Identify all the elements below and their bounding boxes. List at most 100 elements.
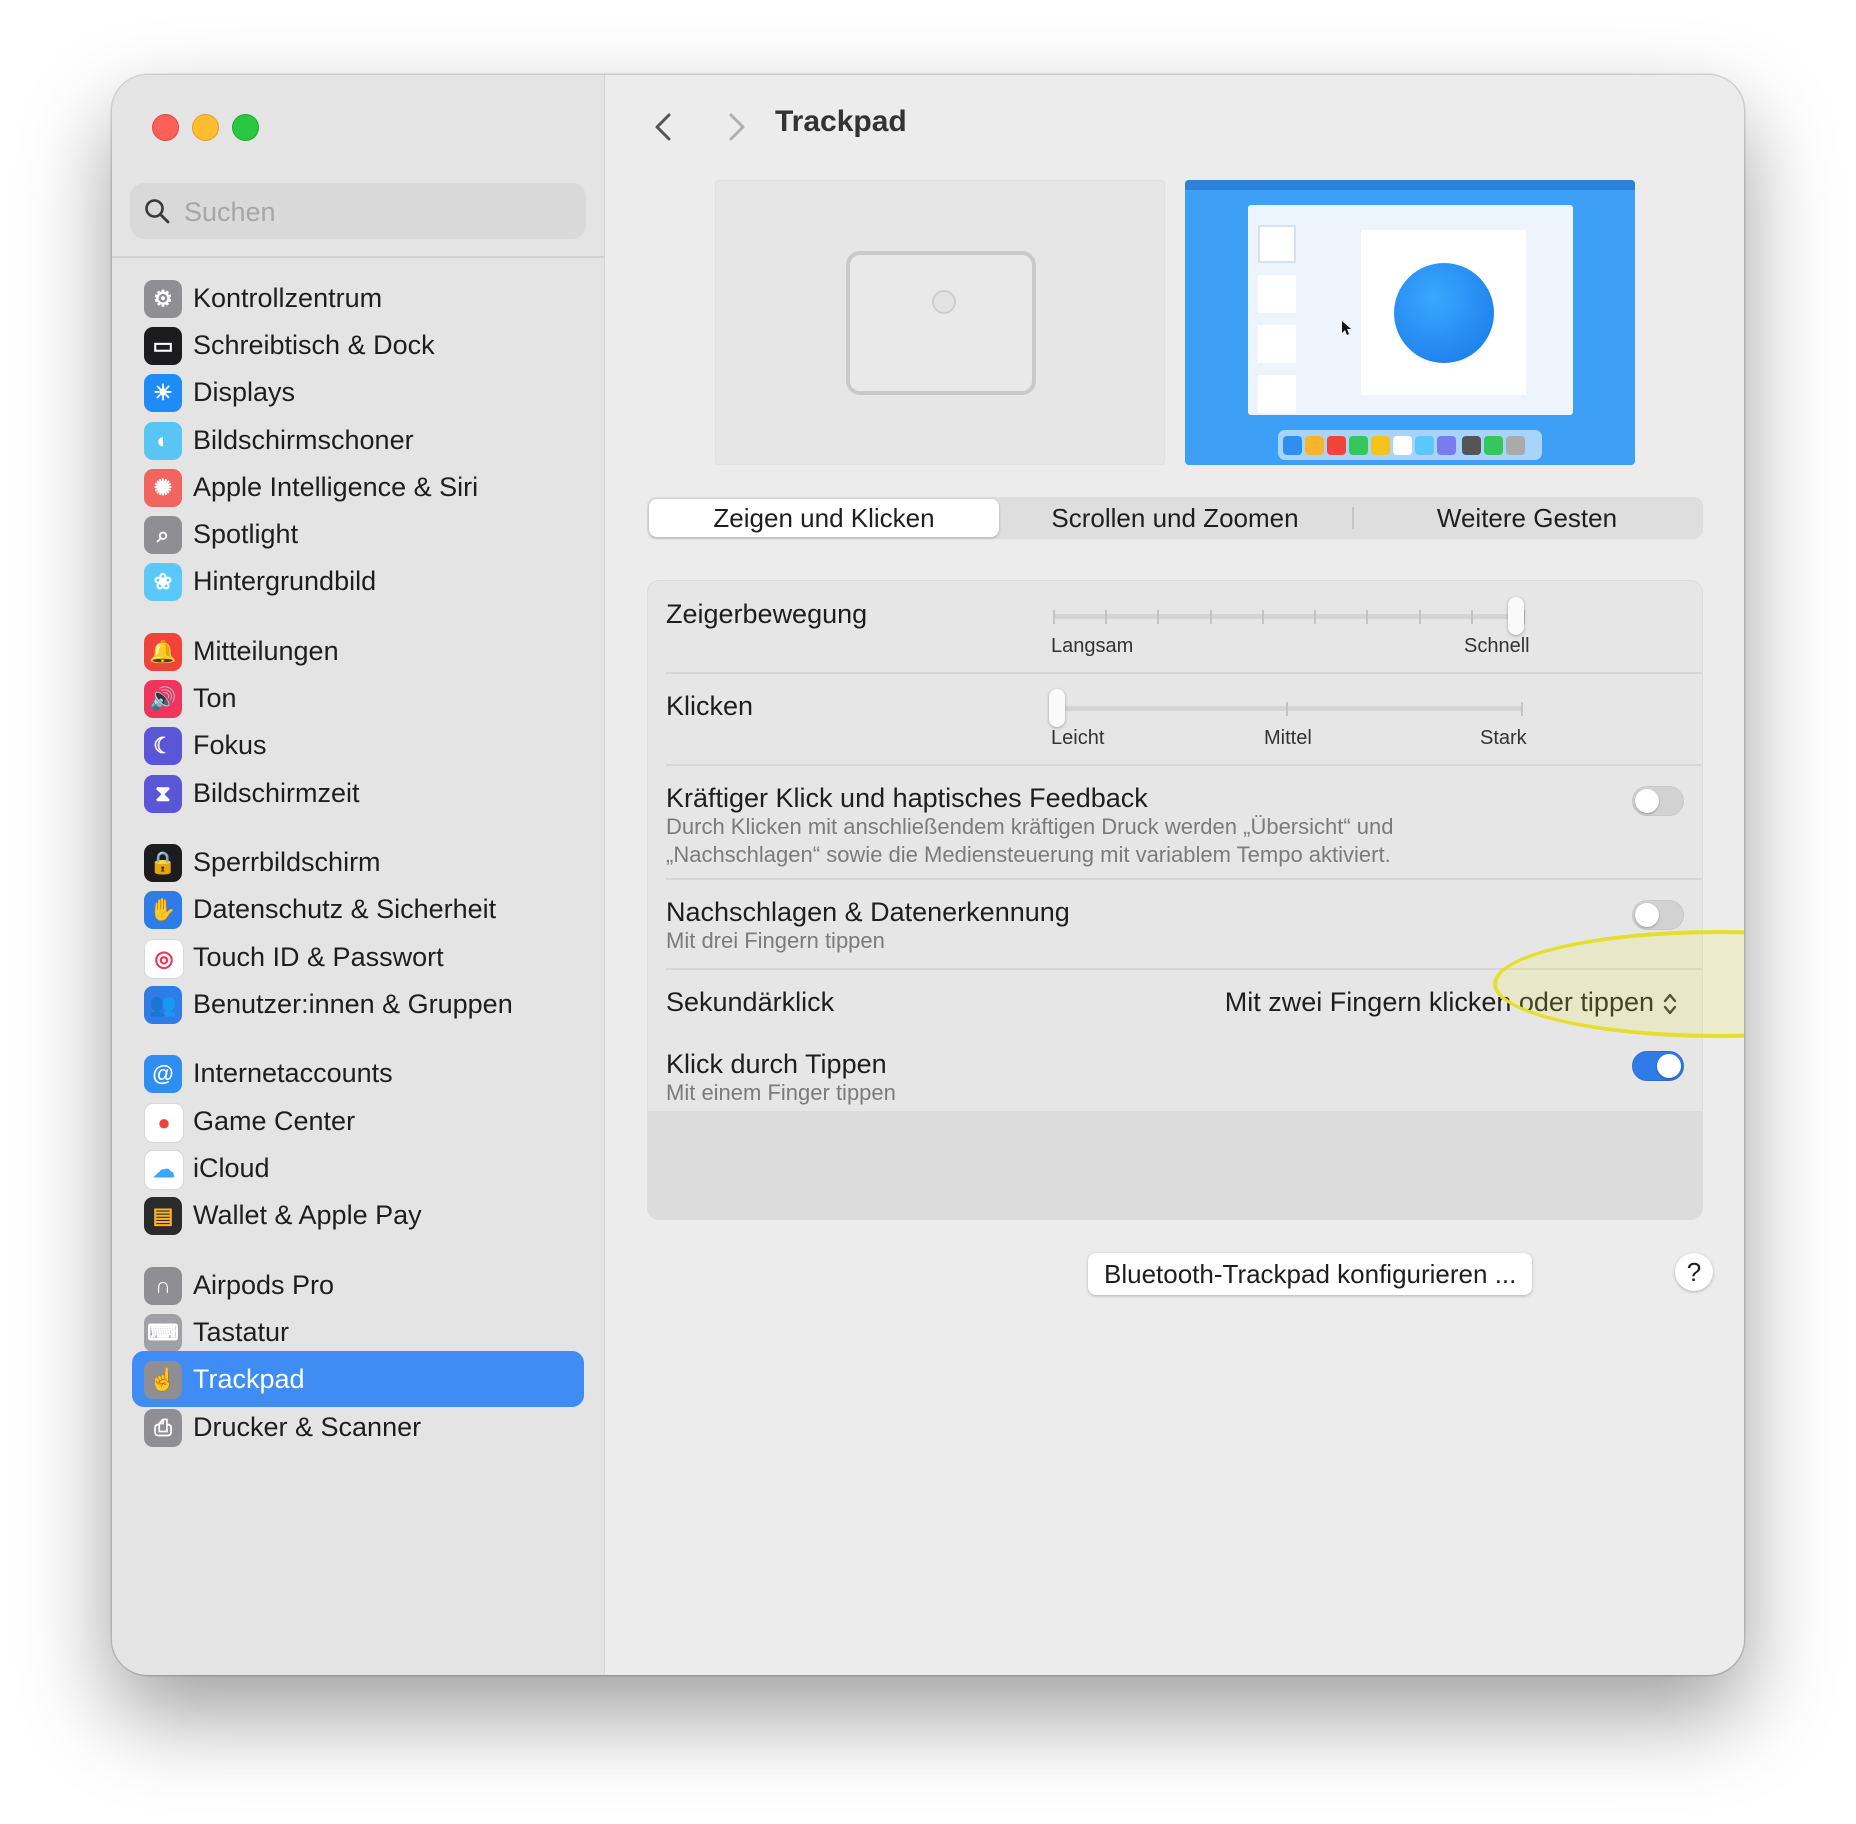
row-divider: [666, 672, 1702, 674]
force-click-title: Kräftiger Klick und haptisches Feedback: [666, 783, 1148, 813]
printer-icon: ⎙: [144, 1409, 182, 1447]
click-force-title: Klicken: [666, 691, 754, 721]
secondary-click-value: Mit zwei Fingern klicken oder tippen: [1224, 987, 1654, 1017]
screen-preview: [1185, 180, 1635, 465]
zoom-window-button[interactable]: [232, 114, 259, 141]
lookup-subtitle: Mit drei Fingern tippen: [666, 928, 885, 953]
slider-knob[interactable]: [1508, 597, 1524, 635]
secondary-click-popup[interactable]: Mit zwei Fingern klicken oder tippen: [1225, 987, 1678, 1018]
dock-graphic: [1278, 430, 1542, 460]
force-click-description: Durch Klicken mit anschließendem kräftig…: [666, 814, 1394, 839]
slider-max-label: Schnell: [1464, 635, 1530, 657]
pointer-speed-title: Zeigerbewegung: [666, 599, 868, 629]
settings-window: ⚙Kontrollzentrum▭Schreibtisch & Dock☀Dis…: [112, 75, 1744, 1675]
row-divider: [666, 968, 1702, 970]
slider-tick: [1053, 610, 1055, 624]
keyboard-icon: ⌨: [144, 1314, 182, 1352]
lookup-toggle[interactable]: [1632, 900, 1684, 930]
control-center-icon: ⚙: [144, 280, 182, 318]
force-click-toggle[interactable]: [1632, 786, 1684, 816]
lookup-title: Nachschlagen & Datenerkennung: [666, 897, 1070, 927]
privacy-hand-icon: ✋: [144, 891, 182, 929]
users-icon: 👥: [144, 986, 182, 1024]
slider-tick: [1209, 610, 1212, 624]
trackpad-icon: ☝: [144, 1361, 182, 1399]
cursor-icon: [1342, 321, 1351, 335]
search-field[interactable]: [130, 183, 586, 241]
sidebar-divider: [112, 256, 604, 258]
tap-to-click-title: Klick durch Tippen: [666, 1049, 887, 1079]
sound-icon: 🔊: [144, 680, 182, 718]
slider-knob[interactable]: [1049, 689, 1065, 727]
lock-screen-icon: 🔒: [144, 844, 182, 882]
thumbnail-graphic: [1258, 225, 1296, 263]
slider-light-label: Leicht: [1051, 727, 1105, 749]
tab-weitere-gesten[interactable]: Weitere Gesten: [1353, 499, 1701, 537]
slider-min-label: Langsam: [1051, 635, 1134, 657]
row-highlight: [648, 1111, 1702, 1219]
close-window-button[interactable]: [152, 114, 179, 141]
sidebar-item-hintergrundbild[interactable]: ❀ Hintergrundbild: [132, 553, 584, 609]
slider-tick: [1366, 610, 1369, 624]
at-icon: @: [144, 1055, 182, 1093]
slider-tick: [1314, 610, 1317, 624]
game-center-icon: ●: [144, 1103, 184, 1143]
tab-zeigen-und-klicken[interactable]: Zeigen und Klicken: [649, 499, 999, 537]
slider-tick: [1286, 702, 1288, 716]
updown-chevron-icon: [1663, 993, 1677, 1015]
thumbnail-graphic: [1258, 325, 1296, 363]
bluetooth-trackpad-button[interactable]: Bluetooth-Trackpad konfigurieren ...: [1088, 1253, 1533, 1295]
toggle-knob: [1635, 903, 1659, 927]
window-graphic: [1248, 205, 1573, 415]
slider-tick: [1105, 610, 1108, 624]
notifications-icon: 🔔: [144, 633, 182, 671]
sidebar-item-bildschirmzeit[interactable]: ⧗ Bildschirmzeit: [132, 765, 584, 821]
row-divider: [666, 764, 1702, 766]
search-input[interactable]: [182, 183, 566, 241]
touch-point-icon: [932, 290, 956, 314]
focus-icon: ☾: [144, 727, 182, 765]
slider-tick: [1470, 610, 1473, 624]
slider-medium-label: Mittel: [1264, 727, 1312, 749]
sidebar-item-label: Wallet & Apple Pay: [193, 1200, 422, 1230]
forward-chevron-icon[interactable]: [715, 107, 755, 147]
tab-bar: Zeigen und Klicken Scrollen und Zoomen W…: [647, 497, 1703, 539]
sidebar-item-benutzer-innen-gruppen[interactable]: 👥 Benutzer:innen & Gruppen: [132, 976, 584, 1032]
sidebar-item-wallet-apple-pay[interactable]: ▤ Wallet & Apple Pay: [132, 1187, 584, 1243]
tap-to-click-toggle[interactable]: [1632, 1051, 1684, 1081]
main-pane: Trackpad Zeigen und Klicken Scrollen und…: [605, 75, 1744, 1675]
sidebar-item-label: Benutzer:innen & Gruppen: [193, 989, 513, 1019]
trackpad-illustration-icon: [846, 251, 1036, 395]
slider-tick: [1521, 702, 1523, 716]
help-button[interactable]: ?: [1675, 1253, 1713, 1291]
screen-time-icon: ⧗: [144, 775, 182, 813]
thumbnail-graphic: [1258, 275, 1296, 313]
tab-scrollen-und-zoomen[interactable]: Scrollen und Zoomen: [999, 499, 1351, 537]
toggle-knob: [1635, 789, 1659, 813]
secondary-click-title: Sekundärklick: [666, 987, 835, 1017]
circle-graphic: [1394, 263, 1494, 363]
wallpaper-icon: ❀: [144, 563, 182, 601]
slider-track: [1053, 706, 1523, 711]
minimize-window-button[interactable]: [192, 114, 219, 141]
wallet-icon: ▤: [144, 1197, 182, 1235]
sidebar-item-drucker-scanner[interactable]: ⎙ Drucker & Scanner: [132, 1399, 584, 1455]
slider-strong-label: Stark: [1480, 727, 1527, 749]
sidebar: ⚙Kontrollzentrum▭Schreibtisch & Dock☀Dis…: [112, 75, 605, 1675]
slider-tick: [1261, 610, 1264, 624]
sidebar-item-label: Drucker & Scanner: [193, 1412, 422, 1442]
sidebar-item-label: Hintergrundbild: [193, 566, 377, 596]
settings-group: Zeigerbewegung Langsam Schnell Klicken L…: [647, 580, 1703, 1220]
slider-tick: [1157, 610, 1160, 624]
spotlight-icon: ⌕: [144, 516, 182, 554]
fingerprint-icon: ◎: [144, 939, 184, 979]
slider-tick: [1418, 610, 1421, 624]
tap-to-click-subtitle: Mit einem Finger tippen: [666, 1080, 896, 1105]
trackpad-preview: [715, 180, 1165, 465]
row-divider: [666, 878, 1702, 880]
displays-icon: ☀: [144, 374, 182, 412]
thumbnail-graphic: [1258, 375, 1296, 413]
back-chevron-icon[interactable]: [645, 107, 685, 147]
force-click-description-2: „Nachschlagen“ sowie die Mediensteuerung…: [666, 842, 1391, 867]
toggle-knob: [1657, 1054, 1681, 1078]
